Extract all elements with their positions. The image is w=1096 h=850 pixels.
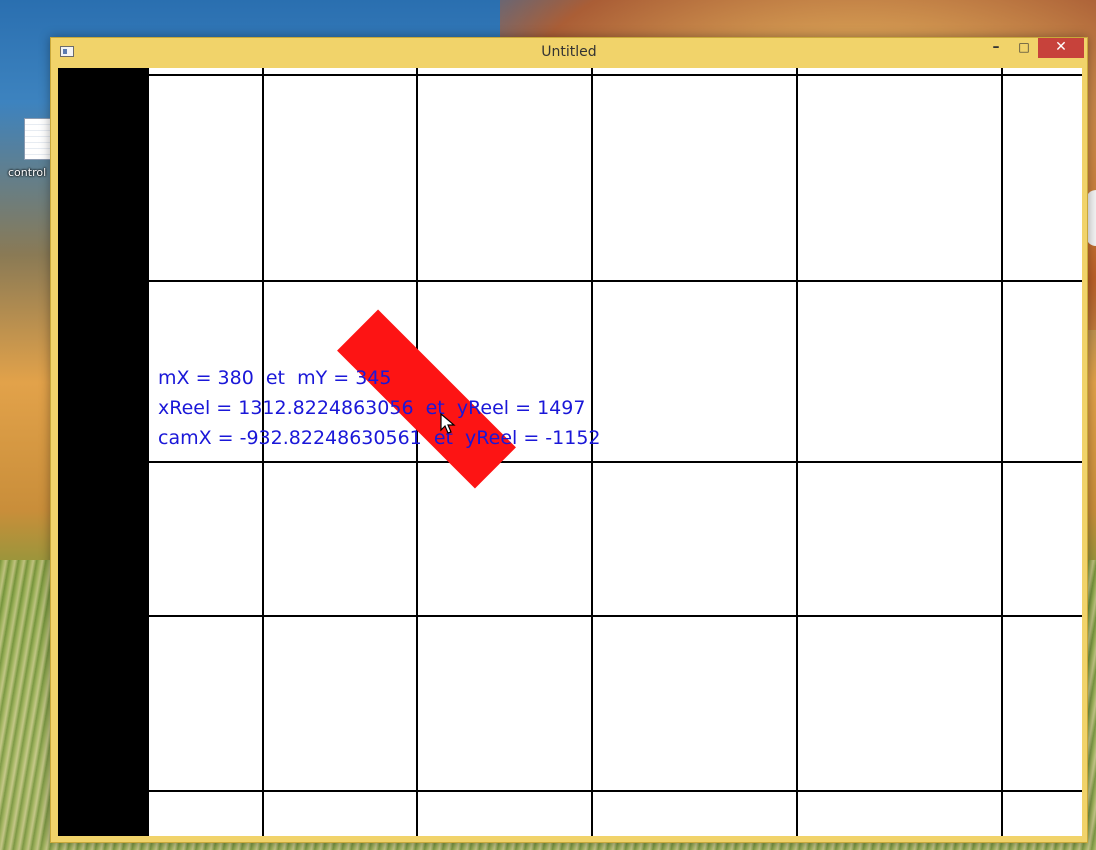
left-black-bar [58,68,149,836]
grid-vertical-line [262,68,264,836]
grid-vertical-line [591,68,593,836]
close-button[interactable]: ✕ [1038,38,1084,58]
grid-horizontal-line [149,790,1082,792]
grid-horizontal-line [149,461,1082,463]
grid-horizontal-line [149,280,1082,282]
grid-vertical-line [796,68,798,836]
grid-horizontal-line [149,615,1082,617]
grid-vertical-line [416,68,418,836]
title-bar[interactable]: Untitled – □ ✕ [51,38,1087,67]
real-coords-text: xReel = 1312.8224863056 et yReel = 1497 [158,397,586,419]
window-title: Untitled [541,44,597,60]
mouse-cursor-icon [440,413,456,434]
game-canvas[interactable]: mX = 380 et mY = 345 xReel = 1312.822486… [58,68,1082,836]
app-window: Untitled – □ ✕ mX = 380 et mY = 345 xRee… [50,37,1088,843]
grid-horizontal-line [149,74,1082,76]
desktop: control Untitled – □ ✕ mX = 380 et mY = … [0,0,1096,850]
minimize-button[interactable]: – [983,38,1009,58]
camera-coords-text: camX = -932.82248630561 et yReel = -1152 [158,427,601,449]
grid [149,68,1082,836]
maximize-button[interactable]: □ [1011,38,1037,58]
grid-vertical-line [1001,68,1003,836]
mouse-coords-text: mX = 380 et mY = 345 [158,367,392,389]
text-file-icon [24,118,52,160]
